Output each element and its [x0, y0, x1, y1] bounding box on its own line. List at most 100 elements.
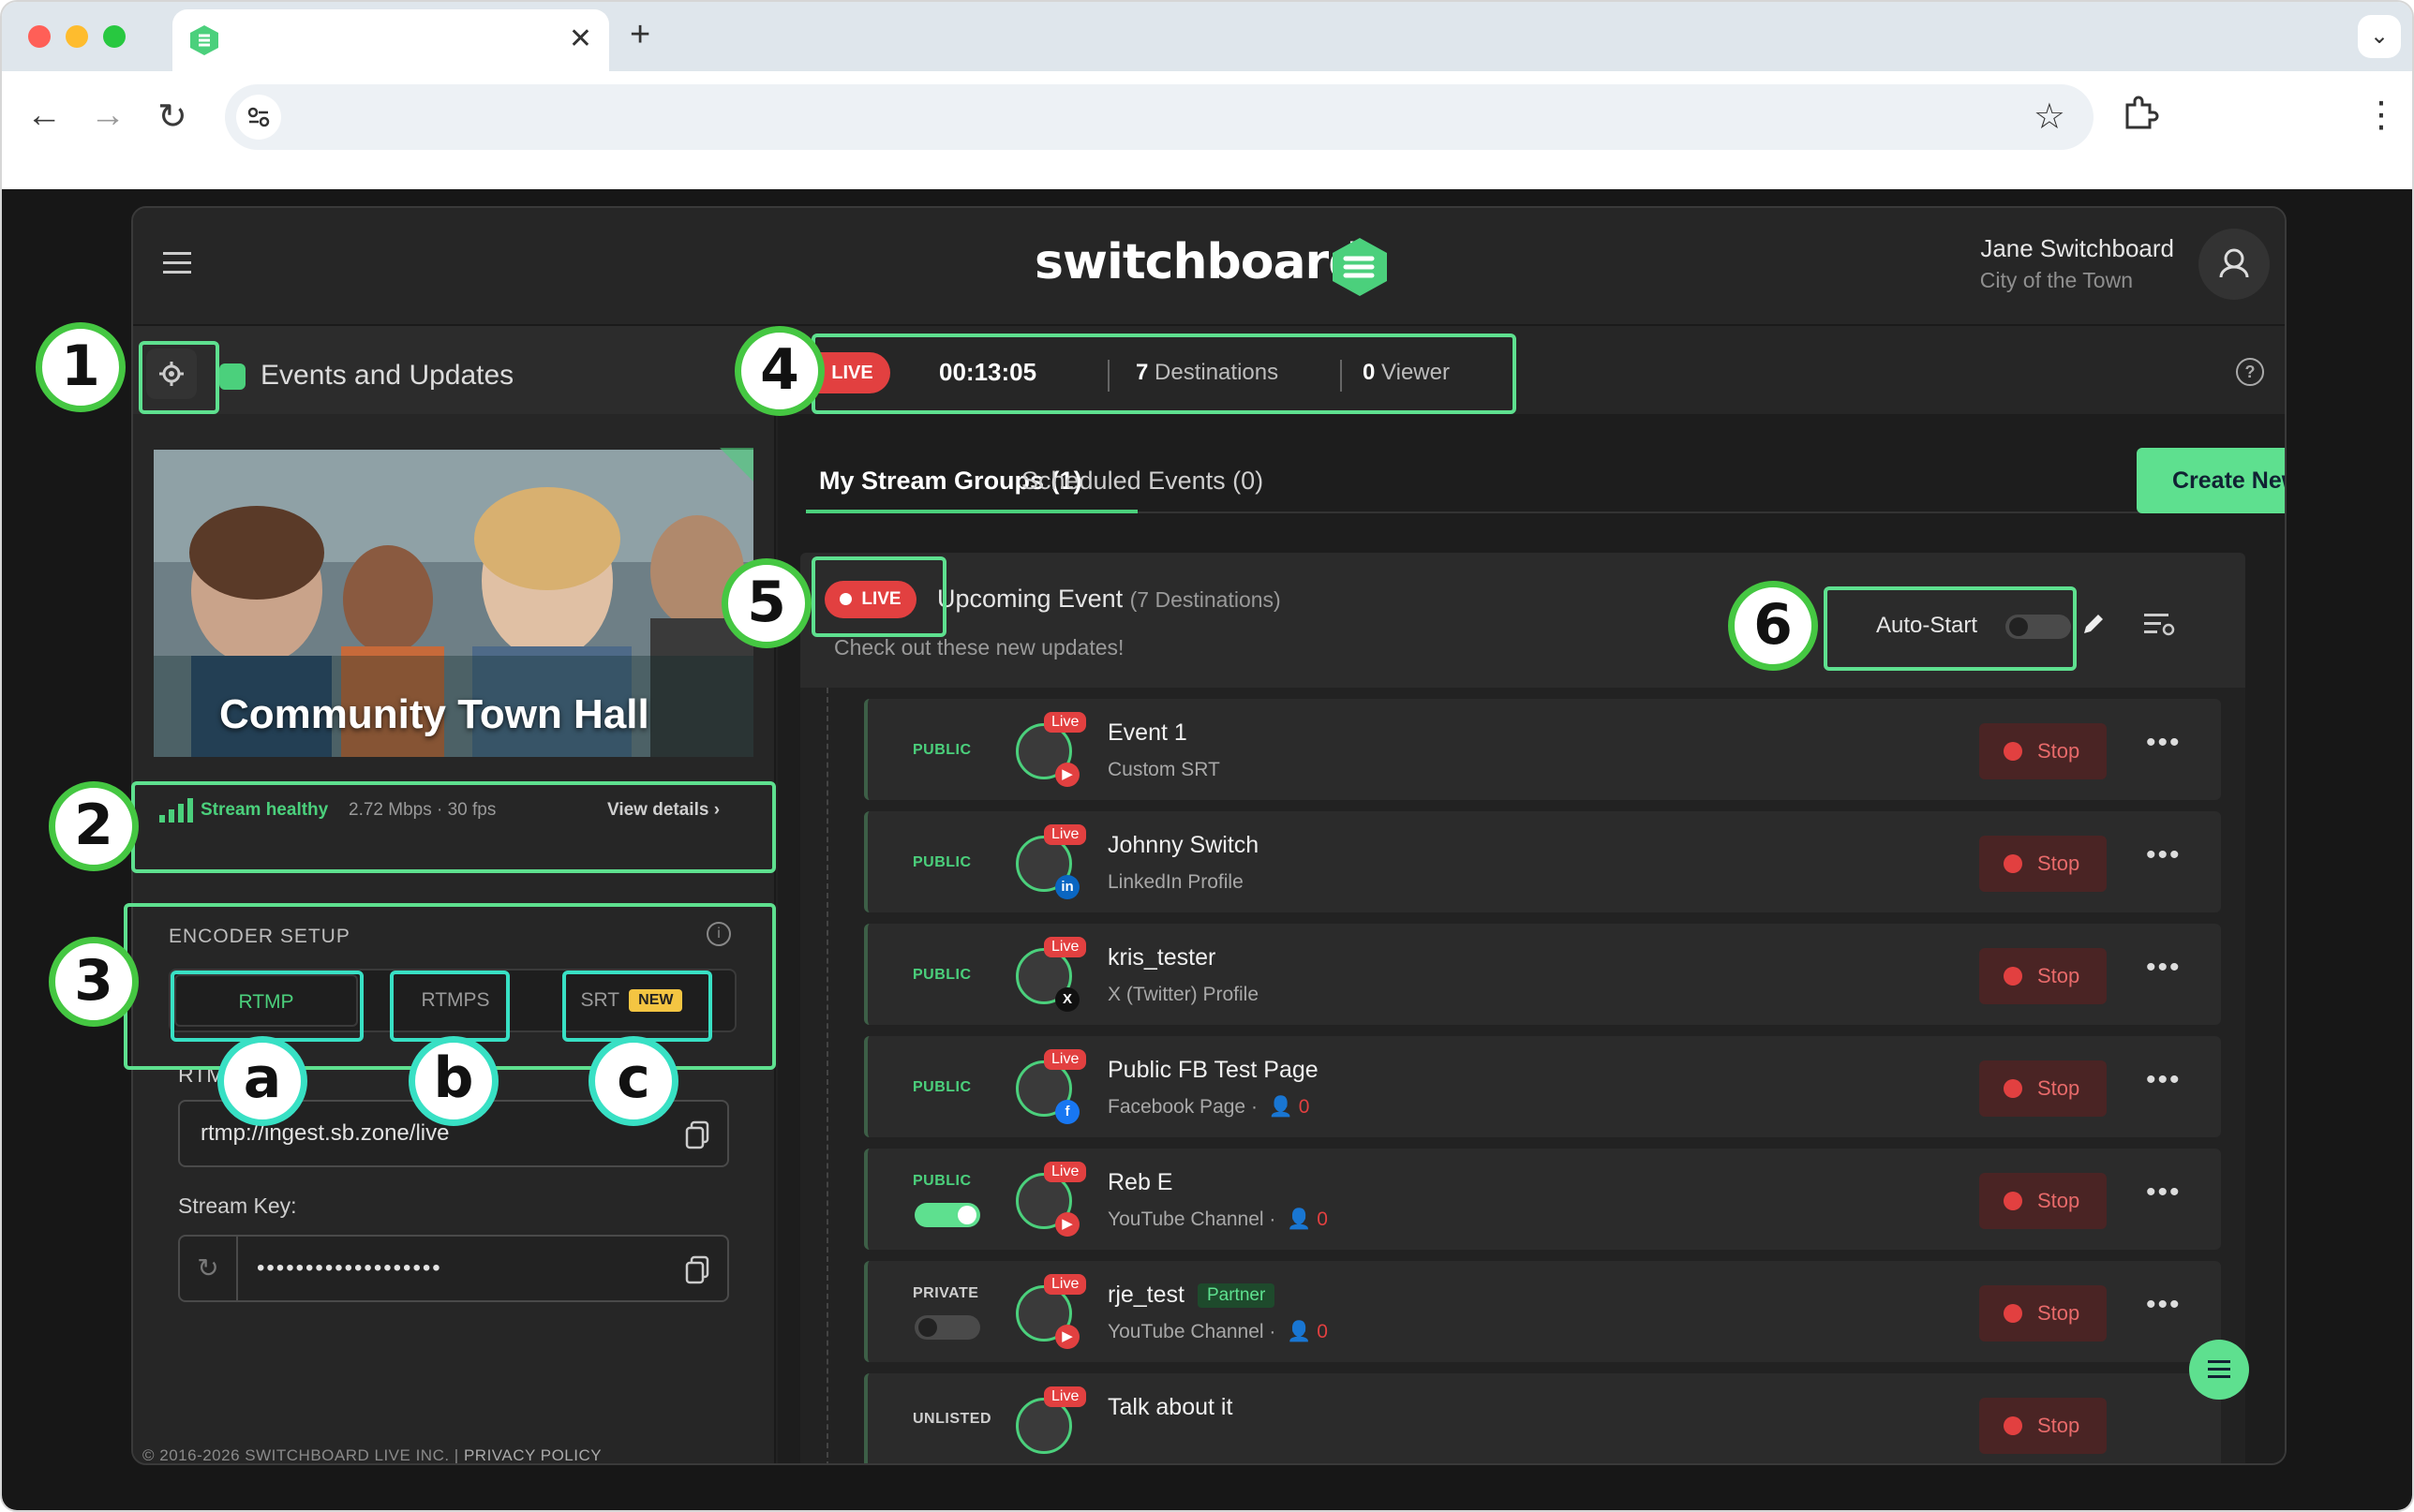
new-tab-button[interactable]: + [630, 15, 650, 55]
extensions-puzzle-icon[interactable] [2122, 94, 2159, 136]
left-panel: Events and Updates Community Town Hall S… [133, 326, 776, 1464]
browser-tab[interactable]: ✕ [172, 9, 609, 71]
visibility-label: PRIVATE [913, 1285, 979, 1301]
create-new-button[interactable]: Create New+ [2137, 448, 2285, 513]
live-mini-badge: Live [1044, 1049, 1087, 1070]
callout-box-c [562, 971, 712, 1042]
bookmark-star-icon[interactable]: ☆ [2034, 96, 2065, 138]
visibility-toggle[interactable] [915, 1203, 980, 1227]
more-options-icon[interactable]: ••• [2146, 1289, 2182, 1321]
switchboard-favicon-icon [189, 24, 219, 61]
footer-copyright: © 2016-2026 SWITCHBOARD LIVE INC. | [142, 1446, 459, 1464]
stop-button[interactable]: Stop [1979, 948, 2107, 1004]
back-arrow-icon[interactable]: ← [26, 96, 62, 136]
destination-row: PUBLIC Live in Johnny Switch LinkedIn Pr… [864, 811, 2221, 912]
more-options-icon[interactable]: ••• [2146, 1064, 2182, 1096]
destination-row: PUBLIC Live f Public FB Test Page Facebo… [864, 1036, 2221, 1137]
forward-arrow-icon[interactable]: → [90, 96, 126, 136]
callout-number-2: 2 [49, 781, 139, 871]
chat-fab-button[interactable] [2189, 1340, 2249, 1400]
help-icon[interactable]: ? [2236, 358, 2264, 386]
callout-box-2 [131, 781, 776, 873]
user-avatar-icon[interactable] [2198, 229, 2270, 300]
event-title: Events and Updates [261, 360, 514, 391]
visibility-label: PUBLIC [913, 1079, 972, 1095]
visibility-toggle[interactable] [915, 1315, 980, 1340]
destination-platform: YouTube Channel · 👤 0 [1108, 1321, 1328, 1342]
live-mini-badge: Live [1044, 937, 1087, 957]
callout-number-4: 4 [735, 326, 825, 416]
destination-row: PUBLIC Live ▶ Event 1 Custom SRT Stop ••… [864, 699, 2221, 800]
stream-key-field[interactable]: ↻ ••••••••••••••••••• [178, 1235, 729, 1302]
more-options-icon[interactable]: ••• [2146, 839, 2182, 871]
minimize-window-button[interactable] [66, 25, 88, 48]
callout-box-5 [812, 556, 946, 637]
destination-name: Johnny Switch [1108, 832, 1259, 858]
viewer-count: 👤 0 [1287, 1208, 1328, 1230]
destination-name: rje_test Partner [1108, 1282, 1275, 1309]
list-settings-icon[interactable] [2142, 611, 2178, 644]
copy-key-icon[interactable] [684, 1255, 710, 1290]
browser-menu-icon[interactable]: ⋮ [2363, 94, 2399, 136]
destination-row: PRIVATE Live ▶ rje_test Partner YouTube C… [864, 1261, 2221, 1362]
active-tab-indicator [806, 510, 1138, 513]
user-name: Jane Switchboard [1980, 234, 2174, 262]
group-title: Upcoming Event (7 Destinations) [937, 585, 1281, 613]
viewer-count: 👤 0 [1287, 1321, 1328, 1342]
tab-search-chevron-icon[interactable]: ⌄ [2358, 15, 2401, 58]
brand-logo-text: switchboard [1035, 234, 1363, 290]
destination-row: PUBLIC Live X kris_tester X (Twitter) Pr… [864, 924, 2221, 1025]
tab-scheduled-events[interactable]: Scheduled Events (0) [1021, 467, 1263, 496]
copy-icon[interactable] [684, 1120, 710, 1155]
user-organization: City of the Town [1979, 268, 2133, 292]
close-tab-icon[interactable]: ✕ [569, 22, 592, 55]
privacy-policy-link[interactable]: PRIVACY POLICY [464, 1446, 602, 1463]
visibility-label: PUBLIC [913, 854, 972, 870]
youtube-icon: ▶ [1055, 1212, 1080, 1237]
regenerate-key-icon[interactable]: ↻ [180, 1237, 238, 1300]
callout-number-5: 5 [722, 558, 812, 648]
callout-box-a [171, 971, 364, 1042]
switchboard-logo-icon [1331, 236, 1389, 303]
stop-button[interactable]: Stop [1979, 1173, 2107, 1229]
more-options-icon[interactable]: ••• [2146, 727, 2182, 759]
live-mini-badge: Live [1044, 1162, 1087, 1182]
right-panel: LIVE 00:13:05 7 Destinations 0 Viewer ? … [778, 326, 2285, 1463]
callout-box-1 [139, 341, 219, 414]
maximize-window-button[interactable] [103, 25, 126, 48]
browser-window: ✕ + ⌄ ← → ↻ ☆ ⋮ switchboard Jane Switchb… [0, 0, 2414, 1512]
more-options-icon[interactable]: ••• [2146, 1177, 2182, 1208]
rtmp-url-value[interactable]: rtmp://ingest.sb.zone/live [201, 1120, 449, 1147]
edit-pencil-icon[interactable] [2079, 609, 2109, 644]
stop-button[interactable]: Stop [1979, 1398, 2107, 1454]
reload-icon[interactable]: ↻ [157, 96, 187, 138]
visibility-label: PUBLIC [913, 1173, 972, 1189]
callout-box-b [390, 971, 510, 1042]
live-mini-badge: Live [1044, 712, 1087, 733]
destination-name: kris_tester [1108, 944, 1216, 971]
stream-key-value[interactable]: ••••••••••••••••••• [257, 1255, 442, 1282]
live-mini-badge: Live [1044, 1274, 1087, 1295]
callout-number-3: 3 [49, 937, 139, 1027]
create-new-label: Create New [2172, 467, 2285, 494]
destination-name: Talk about it [1108, 1394, 1233, 1420]
stop-button[interactable]: Stop [1979, 1060, 2107, 1117]
destination-platform: LinkedIn Profile [1108, 871, 1244, 893]
facebook-icon: f [1055, 1100, 1080, 1124]
event-color-swatch [219, 363, 246, 390]
destination-name: Public FB Test Page [1108, 1057, 1319, 1083]
destination-row: UNLISTED Live Talk about it Stop [864, 1373, 2221, 1463]
stop-button[interactable]: Stop [1979, 836, 2107, 892]
stop-button[interactable]: Stop [1979, 723, 2107, 779]
stop-button[interactable]: Stop [1979, 1285, 2107, 1342]
address-bar[interactable]: ☆ [225, 84, 2094, 150]
visibility-label: PUBLIC [913, 967, 972, 983]
destination-platform: YouTube Channel · 👤 0 [1108, 1208, 1328, 1230]
destination-name: Event 1 [1108, 719, 1187, 746]
hamburger-menu-icon[interactable] [163, 251, 193, 280]
close-window-button[interactable] [28, 25, 51, 48]
site-settings-icon[interactable] [236, 95, 281, 140]
more-options-icon[interactable]: ••• [2146, 952, 2182, 984]
event-header: Events and Updates [133, 326, 774, 414]
stream-title-overlay: Community Town Hall [219, 691, 649, 737]
